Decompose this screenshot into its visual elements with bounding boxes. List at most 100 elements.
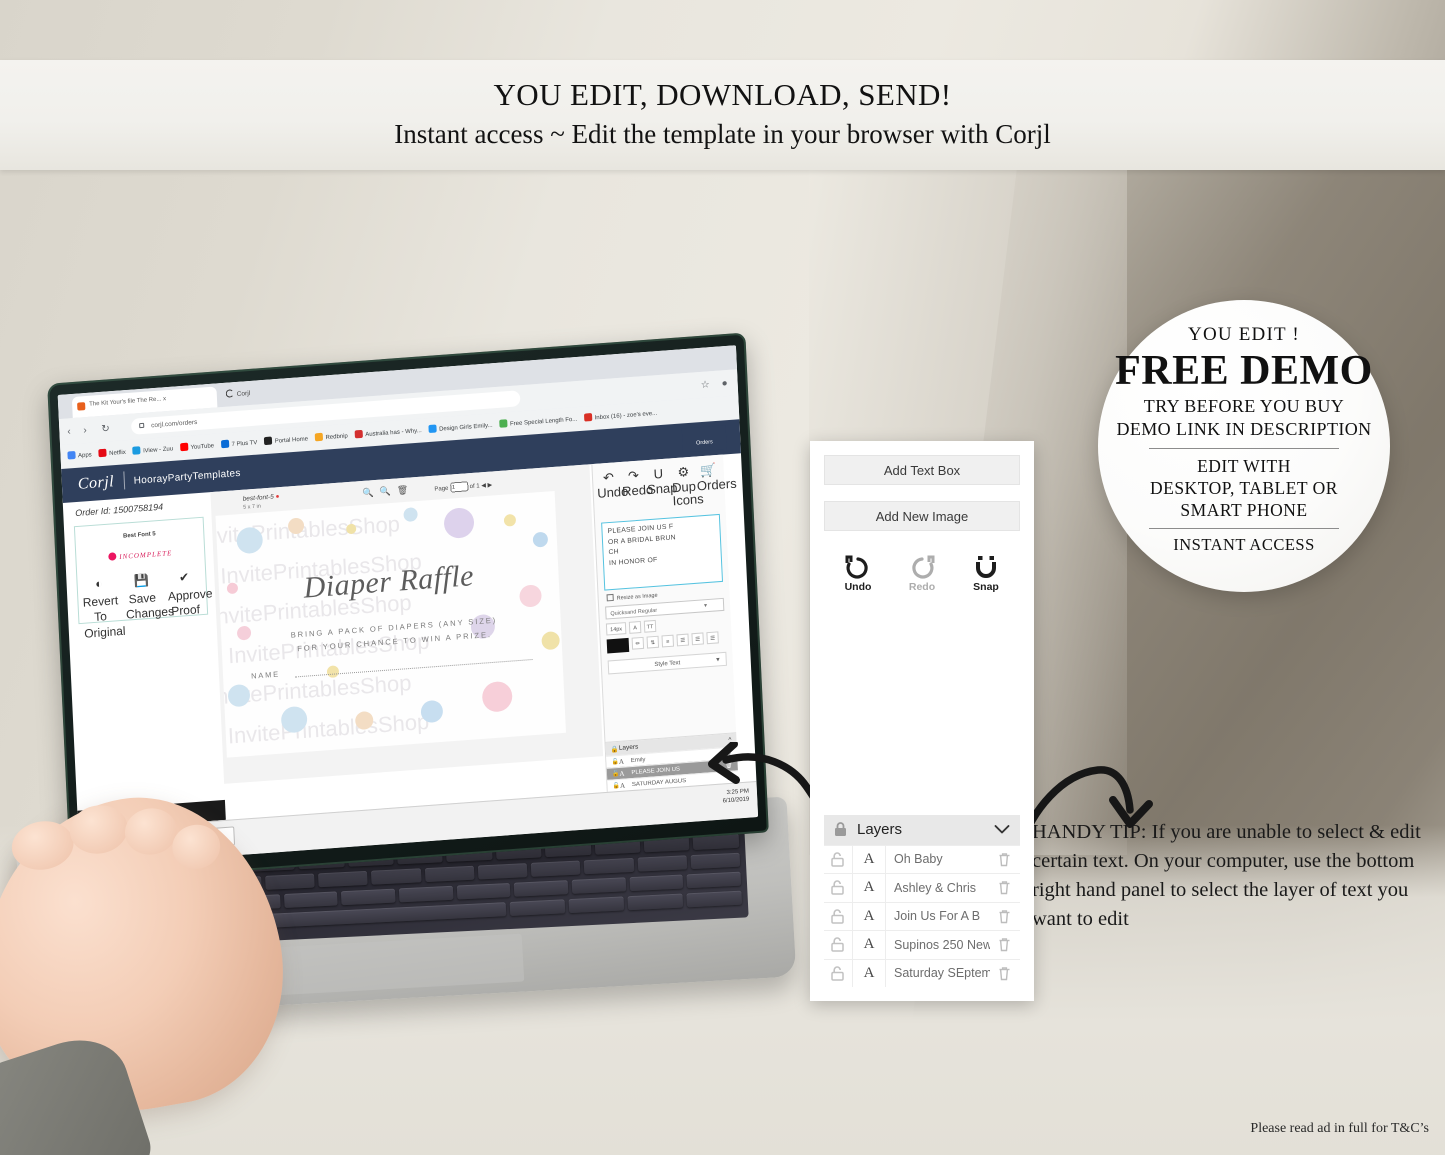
align-right-button[interactable]: ☰ <box>706 631 719 645</box>
rail-redo[interactable]: ↷ Redo <box>621 468 654 513</box>
profile-icon[interactable]: ● <box>721 378 728 389</box>
align-left-button[interactable]: ☰ <box>676 633 689 647</box>
confetti-dot <box>280 705 308 734</box>
confetti-dot <box>226 582 239 595</box>
line-height-button[interactable]: ⇅ <box>646 635 660 649</box>
letter-spacing-button[interactable]: TT <box>643 619 657 633</box>
corjl-favicon <box>225 389 234 398</box>
reload-icon[interactable]: ↻ <box>101 423 110 435</box>
confetti-dot <box>326 665 340 679</box>
unlock-icon[interactable] <box>831 852 844 867</box>
bookmark-item[interactable]: Netflix <box>98 447 126 458</box>
confetti-dot <box>532 531 549 548</box>
list-button[interactable]: ≡ <box>661 634 675 648</box>
bookmark-item[interactable]: Apps <box>67 450 92 460</box>
bookmark-label: 7 Plus TV <box>231 440 258 448</box>
shop-name: HoorayPartyTemplates <box>133 467 241 487</box>
watermark: InvitePrintablesShop <box>215 669 412 710</box>
bookmark-item[interactable]: YouTube <box>179 441 214 452</box>
confetti-dot <box>519 584 543 608</box>
bookmark-favicon <box>583 413 593 422</box>
bookmark-label: Free Special Length Fo... <box>509 416 578 428</box>
revert-action[interactable]: ◐ Revert To Original <box>82 575 125 644</box>
unlock-icon[interactable]: 🔓 <box>611 758 619 766</box>
layer-row[interactable]: A Join Us For A B <box>824 901 1020 930</box>
font-family-select[interactable]: Quicksand Regular <box>605 597 725 620</box>
redo-button[interactable]: Redo <box>902 555 942 593</box>
add-text-box-button[interactable]: Add Text Box <box>824 455 1020 485</box>
browser-tab-corjl[interactable]: Corjl <box>225 388 250 399</box>
trash-icon[interactable] <box>998 880 1011 895</box>
badge-edit-3: SMART PHONE <box>1180 500 1308 521</box>
confetti-dot <box>503 513 517 527</box>
back-icon[interactable]: ‹ <box>67 426 71 437</box>
design-preview[interactable]: InvitePrintablesShop InvitePrintablesSho… <box>215 490 567 758</box>
text-color-swatch[interactable] <box>606 637 630 654</box>
design-title: Diaper Raffle <box>302 559 475 605</box>
rail-orders[interactable]: 🛒 Orders <box>696 462 737 508</box>
canvas-zoom-tools[interactable]: 🔍🔍🗑 <box>362 484 414 499</box>
bookmark-item[interactable]: Free Special Length Fo... <box>499 414 577 428</box>
bold-button[interactable]: A <box>628 620 642 634</box>
bookmark-favicon <box>220 439 230 449</box>
add-new-image-button[interactable]: Add New Image <box>824 501 1020 531</box>
trash-icon[interactable] <box>998 966 1011 981</box>
layer-row[interactable]: A Oh Baby <box>824 844 1020 873</box>
bookmark-item[interactable]: Redbnip <box>314 431 348 442</box>
editor-rail-tools: ↶ Undo ↷ Redo U Snap ⚙ Dup Icons 🛒 Orders <box>592 455 737 518</box>
undo-button[interactable]: Undo <box>838 555 878 593</box>
watermark: InvitePrintablesShop <box>219 548 423 589</box>
trash-icon[interactable] <box>998 937 1011 952</box>
snap-button[interactable]: Snap <box>966 555 1006 593</box>
unlock-icon[interactable] <box>831 880 844 895</box>
layers-list: A Oh Baby A Ashley & Chris A Join Us For A BA… <box>824 844 1020 987</box>
bookmark-item[interactable]: Design Girls Emily... <box>428 420 493 434</box>
bookmark-item[interactable]: 7 Plus TV <box>220 438 258 449</box>
trash-icon[interactable] <box>998 909 1011 924</box>
unlock-icon[interactable]: 🔓 <box>612 770 620 778</box>
save-action[interactable]: 💾 Save Changes <box>124 572 175 641</box>
confetti-dot <box>227 683 251 708</box>
forward-icon[interactable]: › <box>83 425 87 436</box>
layer-row[interactable]: A Ashley & Chris <box>824 873 1020 902</box>
font-size-select[interactable]: 14px <box>605 622 627 636</box>
bookmark-item[interactable]: Portal Home <box>264 434 308 446</box>
bookmark-label: Inbox (16) - zoe’s eve... <box>594 410 658 422</box>
rail-dup[interactable]: ⚙ Dup Icons <box>671 464 704 510</box>
page-input[interactable] <box>449 481 469 493</box>
bookmark-item[interactable]: Inbox (16) - zoe’s eve... <box>583 408 658 422</box>
chevron-down-icon[interactable] <box>994 824 1010 835</box>
panel-tool-row: Undo Redo Snap <box>824 547 1020 593</box>
unlock-icon[interactable] <box>831 966 844 981</box>
text-edit-textarea[interactable]: PLEASE JOIN US F OR A BRIDAL BRUN CH IN … <box>601 513 724 591</box>
unlock-icon[interactable] <box>831 937 844 952</box>
eyedropper-button[interactable]: ✏ <box>631 636 645 650</box>
orders-cart-button[interactable]: Orders <box>681 425 727 453</box>
address-bar[interactable]: corjl.com/orders <box>130 390 521 435</box>
align-center-button[interactable]: ☰ <box>691 632 704 646</box>
layers-header[interactable]: Layers <box>824 814 1020 845</box>
bookmark-favicon <box>67 450 76 460</box>
proof-thumbnail-card[interactable]: Best Font 5 INCOMPLETE ◐ Revert To Origin… <box>73 516 213 641</box>
page-navigator[interactable]: Page of 1 ◀ ▶ <box>434 480 492 494</box>
orders-label: Orders <box>695 439 713 447</box>
format-row-2: ✏ ⇅ ≡ ☰ ☰ ☰ <box>606 631 726 654</box>
bookmark-item[interactable]: Australia has - Why... <box>354 426 422 439</box>
style-text-dropdown[interactable]: Style Text <box>607 651 727 675</box>
unlock-icon[interactable]: 🔓 <box>612 782 620 790</box>
unlock-icon[interactable] <box>831 909 844 924</box>
browser-tab-active[interactable]: The Kit Your's file The Re... x <box>71 386 218 419</box>
star-icon[interactable]: ☆ <box>701 379 710 391</box>
bookmark-item[interactable]: iView - Zuu <box>132 444 173 455</box>
resize-as-image-checkbox[interactable]: Resize as Image <box>606 585 730 602</box>
trash-icon[interactable] <box>998 852 1011 867</box>
badge-divider-2 <box>1149 528 1339 530</box>
approve-action[interactable]: ✔ Approve Proof <box>167 569 213 638</box>
layer-row[interactable]: A Supinos 250 New <box>824 930 1020 959</box>
rail-undo[interactable]: ↶ Undo <box>596 470 629 515</box>
laptop-trackpad <box>271 933 525 996</box>
tab-title: The Kit Your's file The Re... x <box>89 396 167 408</box>
rail-snap[interactable]: U Snap <box>646 466 678 511</box>
layer-row[interactable]: A Saturday SEptem <box>824 958 1020 987</box>
file-size-label: 5 x 7 in <box>243 503 261 511</box>
